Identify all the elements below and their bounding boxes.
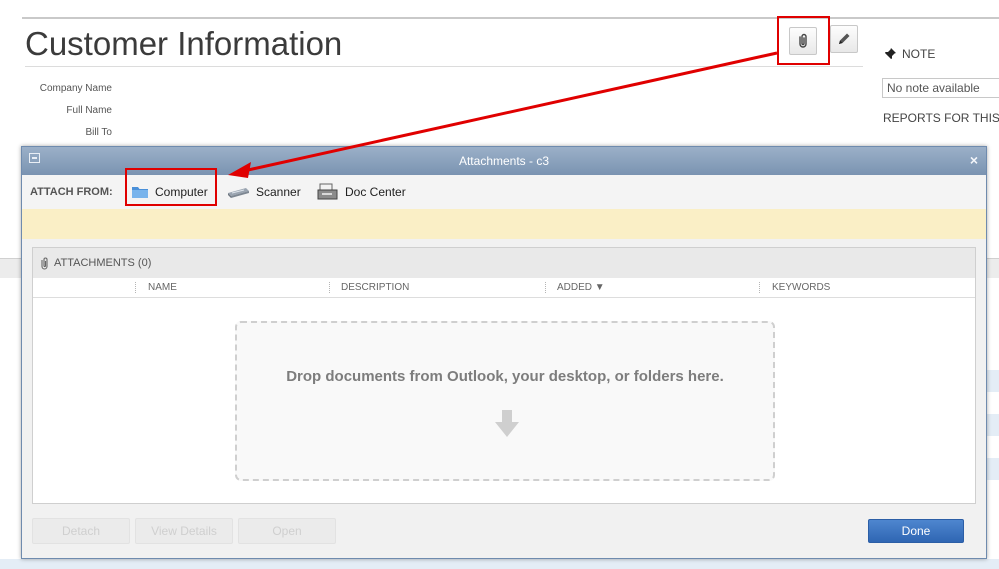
- screen: Customer Information Company Name Full N…: [0, 0, 999, 569]
- annotation-arrow: [228, 51, 778, 178]
